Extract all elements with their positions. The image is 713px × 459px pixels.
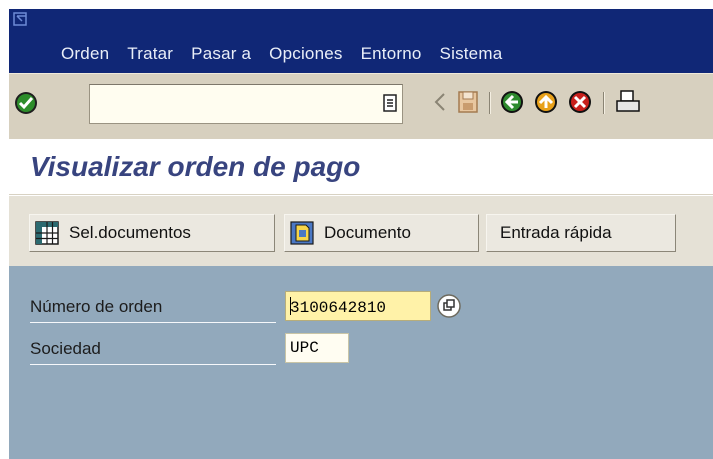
back-arrow-button[interactable]: [427, 87, 453, 117]
menu-entorno[interactable]: Entorno: [352, 44, 431, 68]
standard-toolbar: [9, 73, 713, 139]
entrada-rapida-button[interactable]: Entrada rápida: [486, 214, 676, 252]
save-button[interactable]: [455, 87, 481, 117]
work-area: Número de orden 3100642810 Sociedad UPC: [9, 266, 713, 459]
numero-orden-input[interactable]: 3100642810: [285, 291, 431, 321]
sap-window: Orden Tratar Pasar a Opciones Entorno Si…: [9, 9, 713, 459]
matchcode-icon[interactable]: [436, 293, 462, 319]
system-menu-icon[interactable]: [13, 12, 28, 27]
exit-button[interactable]: [533, 87, 559, 117]
documento-button[interactable]: Documento: [284, 214, 479, 252]
menu-bar: Orden Tratar Pasar a Opciones Entorno Si…: [9, 9, 713, 73]
toolbar-separator: [489, 92, 491, 114]
menu-orden[interactable]: Orden: [9, 44, 118, 68]
enter-check-icon[interactable]: [13, 90, 39, 116]
save-icon: [458, 91, 478, 113]
command-dropdown-icon[interactable]: [383, 94, 397, 112]
back-arrow-icon: [434, 93, 445, 111]
title-bar: Visualizar orden de pago: [9, 139, 713, 195]
menu-sistema[interactable]: Sistema: [431, 44, 512, 68]
numero-orden-value: 3100642810: [290, 299, 387, 317]
sel-documentos-label: Sel.documentos: [69, 223, 191, 242]
sel-documentos-button[interactable]: Sel.documentos: [29, 214, 275, 252]
menu: Orden Tratar Pasar a Opciones Entorno Si…: [9, 44, 511, 68]
cancel-button[interactable]: [567, 87, 593, 117]
menu-pasar-a[interactable]: Pasar a: [182, 44, 260, 68]
table-grid-icon: [35, 221, 59, 245]
entrada-rapida-label: Entrada rápida: [500, 223, 612, 242]
sociedad-label: Sociedad: [30, 339, 101, 358]
cancel-icon: [569, 91, 591, 113]
numero-orden-label: Número de orden: [30, 297, 163, 316]
sociedad-field: UPC: [285, 333, 349, 363]
page-title: Visualizar orden de pago: [30, 151, 361, 182]
application-toolbar: Sel.documentos Documento Entrada rápida: [9, 196, 713, 266]
documento-label: Documento: [324, 223, 411, 242]
exit-icon: [535, 91, 557, 113]
print-icon: [616, 90, 640, 112]
toolbar-separator: [603, 92, 605, 114]
menu-opciones[interactable]: Opciones: [260, 44, 351, 68]
command-field[interactable]: [89, 84, 403, 124]
menu-tratar[interactable]: Tratar: [118, 44, 182, 68]
label-underline: [30, 364, 276, 365]
document-icon: [290, 221, 314, 245]
back-button[interactable]: [499, 87, 525, 117]
sociedad-value: UPC: [290, 339, 319, 357]
label-underline: [30, 322, 276, 323]
back-icon: [501, 91, 523, 113]
print-button[interactable]: [615, 87, 641, 117]
